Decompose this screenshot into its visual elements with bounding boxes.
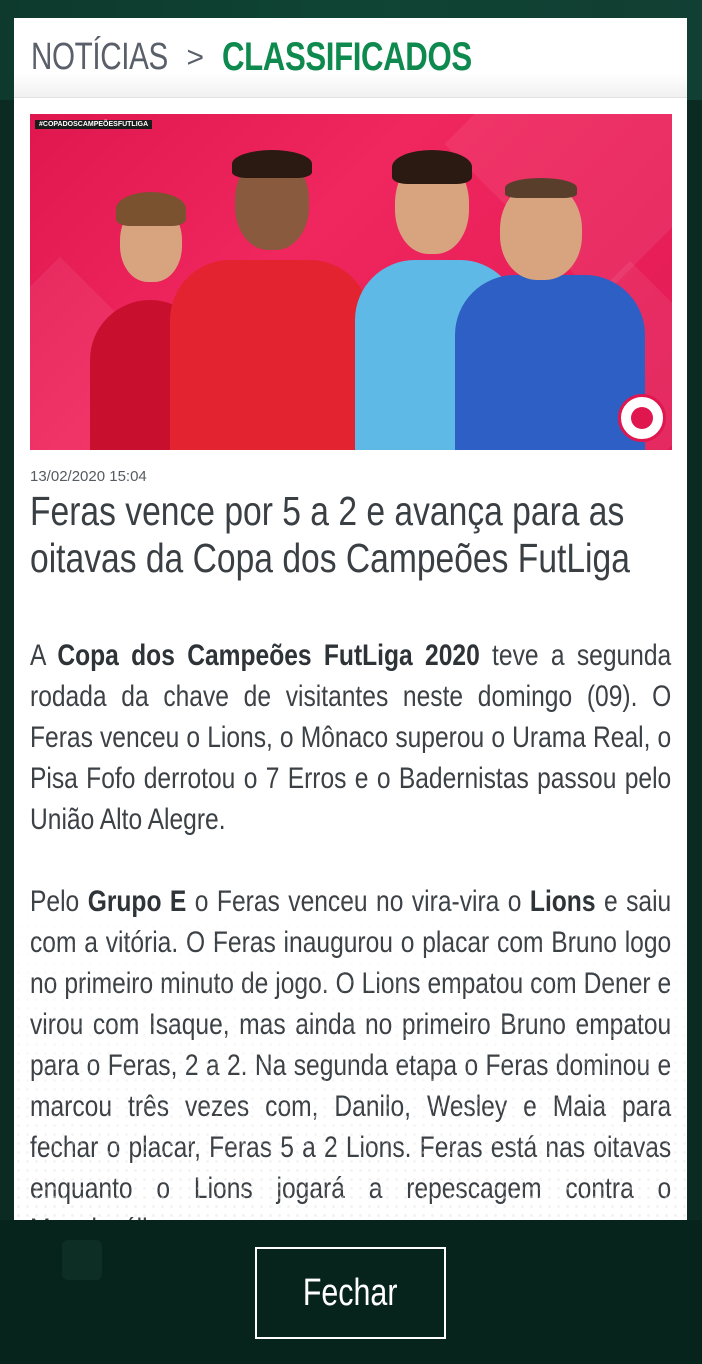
player-figure xyxy=(160,130,380,450)
bold-text: Grupo E xyxy=(87,885,187,918)
news-modal: NOTÍCIAS > CLASSIFICADOS #COPADOSCAMPEÕE… xyxy=(14,18,687,1220)
backdrop-logo xyxy=(62,1240,102,1280)
article-paragraph: A Copa dos Campeões FutLiga 2020 teve a … xyxy=(30,639,672,836)
breadcrumb-current: CLASSIFICADOS xyxy=(222,35,472,79)
article-body: A Copa dos Campeões FutLiga 2020 teve a … xyxy=(30,635,671,1220)
close-button-label: Fechar xyxy=(303,1271,398,1314)
breadcrumb-news[interactable]: NOTÍCIAS xyxy=(31,36,168,79)
article-title: Feras vence por 5 a 2 e avança para as o… xyxy=(30,488,630,581)
bold-text: Lions xyxy=(529,885,596,918)
bold-text: Copa dos Campeões FutLiga 2020 xyxy=(57,639,480,672)
breadcrumb-separator: > xyxy=(186,40,204,74)
trophy-badge-icon xyxy=(618,394,666,442)
hero-hashtag: #COPADOSCAMPEÕESFUTLIGA xyxy=(35,120,153,129)
modal-header: NOTÍCIAS > CLASSIFICADOS xyxy=(14,18,687,98)
close-button[interactable]: Fechar xyxy=(255,1247,446,1339)
article-date: 13/02/2020 15:04 xyxy=(30,468,147,485)
article-paragraph: Pelo Grupo E o Feras venceu no vira-vira… xyxy=(30,885,672,1220)
hero-image: #COPADOSCAMPEÕESFUTLIGA xyxy=(30,114,672,450)
